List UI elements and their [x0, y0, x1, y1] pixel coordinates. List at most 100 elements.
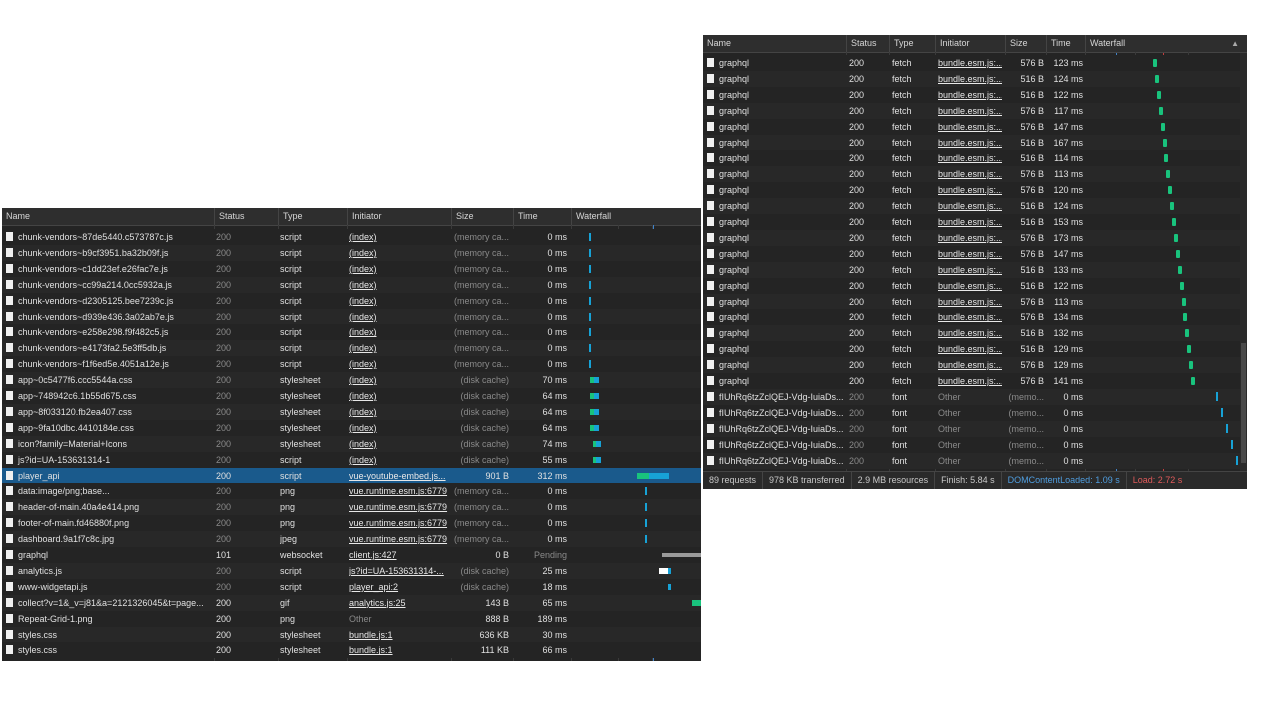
cell-initiator[interactable]: bundle.esm.js:... — [938, 71, 1002, 87]
cell-initiator[interactable]: bundle.esm.js:... — [938, 198, 1002, 214]
table-row[interactable]: graphql 200 fetch bundle.esm.js:... 576 B 134… — [703, 309, 1247, 326]
table-row[interactable]: chunk-vendors~f1f6ed5e.4051a12e.js 200 scr… — [2, 356, 701, 373]
table-row[interactable]: graphql 200 fetch bundle.esm.js:... 576 B 113… — [703, 166, 1247, 183]
table-row[interactable]: footer-of-main.fd46880f.png 200 png vue.run… — [2, 515, 701, 532]
table-row[interactable]: chunk-vendors~cc99a214.0cc5932a.js 200 scr… — [2, 276, 701, 293]
cell-initiator[interactable]: bundle.js:1 — [349, 627, 449, 643]
table-row[interactable]: graphql 200 fetch bundle.esm.js:... 516 B 132… — [703, 325, 1247, 342]
table-row[interactable]: styles.css 200 stylesheet bundle.js:1 111 KB… — [2, 642, 701, 659]
col-type[interactable]: Type — [278, 208, 347, 225]
table-row[interactable]: chunk-vendors~d939e436.3a02ab7e.js 200 scr… — [2, 308, 701, 325]
cell-initiator[interactable]: (index) — [349, 277, 449, 293]
cell-initiator[interactable]: (index) — [349, 261, 449, 277]
col-waterfall[interactable]: Waterfall ▲ — [1085, 35, 1247, 52]
cell-initiator[interactable]: (index) — [349, 324, 449, 340]
cell-initiator[interactable]: bundle.esm.js:... — [938, 325, 1002, 341]
table-row[interactable]: fIUhRq6tzZclQEJ-Vdg-IuiaDs... 200 font Othe… — [703, 436, 1247, 453]
col-name[interactable]: Name — [2, 208, 214, 225]
cell-initiator[interactable]: (index) — [349, 356, 449, 372]
table-row[interactable]: fIUhRq6tzZclQEJ-Vdg-IuiaDs... 200 font Othe… — [703, 388, 1247, 405]
cell-initiator[interactable]: bundle.esm.js:... — [938, 246, 1002, 262]
table-row[interactable]: fIUhRq6tzZclQEJ-Vdg-IuiaDs... 200 font Othe… — [703, 420, 1247, 437]
cell-initiator[interactable]: client.js:427 — [349, 547, 449, 563]
cell-initiator[interactable]: bundle.esm.js:... — [938, 341, 1002, 357]
cell-initiator[interactable]: bundle.esm.js:... — [938, 294, 1002, 310]
cell-initiator[interactable]: bundle.esm.js:... — [938, 87, 1002, 103]
cell-initiator[interactable]: (index) — [349, 436, 449, 452]
table-row[interactable]: app~8f033120.fb2ea407.css 200 stylesheet (i… — [2, 403, 701, 420]
table-row[interactable]: graphql 200 fetch bundle.esm.js:... 576 B 120… — [703, 182, 1247, 199]
sort-up-icon[interactable]: ▲ — [1231, 35, 1239, 52]
table-row[interactable]: www-widgetapi.js 200 script player_api:2 (di… — [2, 578, 701, 595]
table-row[interactable]: chunk-vendors~b9cf3951.ba32b09f.js 200 scr… — [2, 244, 701, 261]
table-row[interactable]: styles.css 200 stylesheet bundle.js:1 636 KB… — [2, 626, 701, 643]
table-row[interactable]: graphql 200 fetch bundle.esm.js:... 576 B 113… — [703, 293, 1247, 310]
cell-initiator[interactable]: player_api:2 — [349, 579, 449, 595]
table-row[interactable]: graphql 200 fetch bundle.esm.js:... 576 B 147… — [703, 245, 1247, 262]
cell-initiator[interactable]: (index) — [349, 340, 449, 356]
cell-initiator[interactable]: (index) — [349, 229, 449, 245]
cell-initiator[interactable]: (index) — [349, 293, 449, 309]
cell-initiator[interactable]: (index) — [349, 245, 449, 261]
col-initiator[interactable]: Initiator — [935, 35, 1005, 52]
col-waterfall[interactable]: Waterfall — [571, 208, 701, 225]
table-row[interactable]: js?id=UA-153631314-1 200 script (index) (dis… — [2, 451, 701, 468]
cell-initiator[interactable]: bundle.esm.js:... — [938, 357, 1002, 373]
table-row[interactable]: icon?family=Material+Icons 200 stylesheet (… — [2, 435, 701, 452]
cell-initiator[interactable]: (index) — [349, 420, 449, 436]
col-time[interactable]: Time — [1046, 35, 1085, 52]
table-row[interactable]: graphql 101 websocket client.js:427 0 B Pendi… — [2, 547, 701, 563]
table-row[interactable]: app~748942c6.1b55d675.css 200 stylesheet (i… — [2, 388, 701, 404]
cell-initiator[interactable]: bundle.esm.js:... — [938, 278, 1002, 294]
cell-initiator[interactable]: bundle.esm.js:... — [938, 309, 1002, 325]
cell-initiator[interactable]: (index) — [349, 452, 449, 468]
cell-initiator[interactable]: vue-youtube-embed.js... — [349, 468, 449, 484]
table-row[interactable]: graphql 200 fetch bundle.esm.js:... 576 B 173… — [703, 229, 1247, 246]
table-row[interactable]: Repeat-Grid-1.png 200 png Other 888 B 189 ms — [2, 610, 701, 627]
cell-initiator[interactable]: (index) — [349, 404, 449, 420]
table-row[interactable]: analytics.js 200 script js?id=UA-153631314-… — [2, 562, 701, 579]
cell-initiator[interactable]: vue.runtime.esm.js:6779 — [349, 531, 449, 547]
cell-initiator[interactable]: bundle.esm.js:... — [938, 55, 1002, 71]
cell-initiator[interactable]: Other — [938, 453, 1002, 469]
table-row[interactable]: fIUhRq6tzZclQEJ-Vdg-IuiaDs... 200 font Othe… — [703, 452, 1247, 469]
cell-initiator[interactable]: bundle.esm.js:... — [938, 262, 1002, 278]
cell-initiator[interactable]: bundle.esm.js:... — [938, 135, 1002, 151]
cell-initiator[interactable]: bundle.esm.js:... — [938, 166, 1002, 182]
table-row[interactable]: graphql 200 fetch bundle.esm.js:... 516 B 129… — [703, 341, 1247, 358]
cell-initiator[interactable]: js?id=UA-153631314-... — [349, 563, 449, 579]
cell-initiator[interactable]: bundle.esm.js:... — [938, 150, 1002, 166]
table-row[interactable]: fIUhRq6tzZclQEJ-Vdg-IuiaDs... 200 font Othe… — [703, 404, 1247, 421]
table-row[interactable]: chunk-vendors~d2305125.bee7239c.js 200 scr… — [2, 292, 701, 309]
cell-initiator[interactable]: vue.runtime.esm.js:6779 — [349, 483, 449, 499]
table-row[interactable]: graphql 200 fetch bundle.esm.js:... 576 B 147… — [703, 118, 1247, 135]
table-row[interactable]: graphql 200 fetch bundle.esm.js:... 576 B 129… — [703, 357, 1247, 374]
cell-initiator[interactable]: bundle.esm.js:... — [938, 103, 1002, 119]
table-row[interactable]: graphql 200 fetch bundle.esm.js:... 516 B 122… — [703, 277, 1247, 294]
table-row[interactable]: chunk-vendors~c1dd23ef.e26fac7e.js 200 scr… — [2, 260, 701, 277]
col-status[interactable]: Status — [214, 208, 278, 225]
cell-initiator[interactable]: vue.runtime.esm.js:6779 — [349, 515, 449, 531]
table-row[interactable]: collect?v=1&_v=j81&a=2121326045&t=page..… — [2, 594, 701, 611]
cell-initiator[interactable]: Other — [349, 611, 449, 627]
table-row[interactable]: chunk-vendors~e258e298.f9f482c5.js 200 scr… — [2, 324, 701, 341]
table-row[interactable]: graphql 200 fetch bundle.esm.js:... 576 B 123… — [703, 55, 1247, 71]
table-row[interactable]: app~9fa10dbc.4410184e.css 200 stylesheet (i… — [2, 419, 701, 436]
scrollbar[interactable] — [1240, 53, 1247, 471]
col-status[interactable]: Status — [846, 35, 889, 52]
cell-initiator[interactable]: (index) — [349, 372, 449, 388]
table-row[interactable]: app~0c5477f6.ccc5544a.css 200 stylesheet (i… — [2, 372, 701, 389]
table-row[interactable]: graphql 200 fetch bundle.esm.js:... 576 B 117… — [703, 102, 1247, 119]
table-row[interactable]: graphql 200 fetch bundle.esm.js:... 516 B 122… — [703, 86, 1247, 103]
scrollbar-thumb[interactable] — [1241, 343, 1246, 463]
table-row[interactable]: graphql 200 fetch bundle.esm.js:... 576 B 141… — [703, 373, 1247, 389]
col-size[interactable]: Size — [451, 208, 513, 225]
table-row[interactable]: graphql 200 fetch bundle.esm.js:... 516 B 133… — [703, 261, 1247, 278]
cell-initiator[interactable]: bundle.esm.js:... — [938, 214, 1002, 230]
col-type[interactable]: Type — [889, 35, 935, 52]
col-name[interactable]: Name — [703, 35, 846, 52]
table-row[interactable]: chunk-vendors~87de5440.c573787c.js 200 scr… — [2, 229, 701, 245]
col-initiator[interactable]: Initiator — [347, 208, 451, 225]
cell-initiator[interactable]: Other — [938, 389, 1002, 405]
table-row[interactable]: player_api 200 script vue-youtube-embed.js.… — [2, 467, 701, 484]
